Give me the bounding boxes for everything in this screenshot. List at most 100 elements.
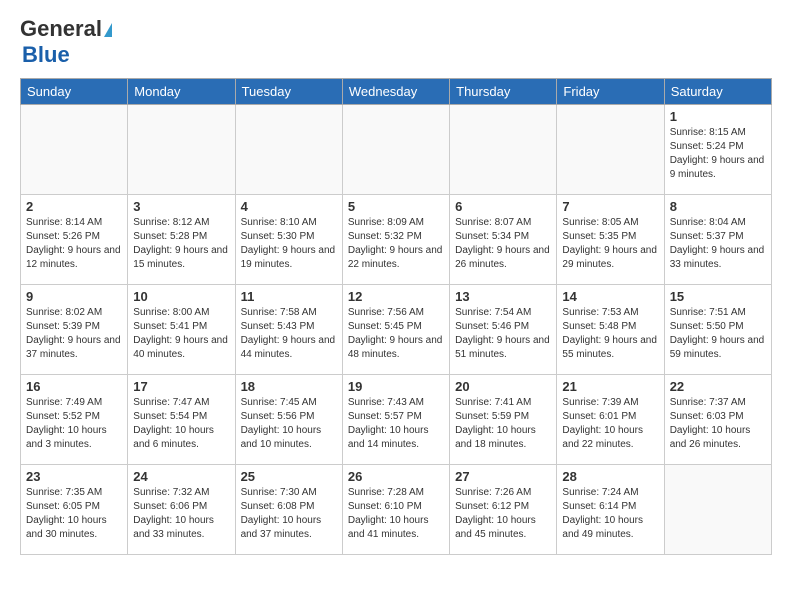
day-info: Sunrise: 7:35 AM Sunset: 6:05 PM Dayligh…	[26, 486, 122, 542]
header: General Blue	[20, 16, 772, 68]
day-cell: 24 Sunrise: 7:32 AM Sunset: 6:06 PM Dayli…	[128, 465, 235, 555]
day-info: Sunrise: 8:14 AM Sunset: 5:26 PM Dayligh…	[26, 216, 122, 272]
page: General Blue SundayMondayTuesdayWednesda…	[0, 0, 792, 571]
weekday-header-row: SundayMondayTuesdayWednesdayThursdayFrid…	[21, 79, 772, 105]
day-info: Sunrise: 8:00 AM Sunset: 5:41 PM Dayligh…	[133, 306, 229, 362]
day-info: Sunrise: 7:28 AM Sunset: 6:10 PM Dayligh…	[348, 486, 444, 542]
weekday-saturday: Saturday	[664, 79, 771, 105]
day-cell	[21, 105, 128, 195]
day-cell: 13 Sunrise: 7:54 AM Sunset: 5:46 PM Dayli…	[450, 285, 557, 375]
day-number: 28	[562, 469, 658, 484]
day-number: 14	[562, 289, 658, 304]
day-cell: 6 Sunrise: 8:07 AM Sunset: 5:34 PM Daylig…	[450, 195, 557, 285]
day-cell	[342, 105, 449, 195]
day-cell: 17Sunrise: 7:47 AM Sunset: 5:54 PM Dayli…	[128, 375, 235, 465]
day-number: 23	[26, 469, 122, 484]
day-number: 24	[133, 469, 229, 484]
day-info: Sunrise: 7:32 AM Sunset: 6:06 PM Dayligh…	[133, 486, 229, 542]
day-info: Sunrise: 7:49 AM Sunset: 5:52 PM Dayligh…	[26, 396, 122, 452]
day-number: 27	[455, 469, 551, 484]
week-row-4: 16 Sunrise: 7:49 AM Sunset: 5:52 PM Dayli…	[21, 375, 772, 465]
day-info: Sunrise: 7:39 AM Sunset: 6:01 PM Dayligh…	[562, 396, 658, 452]
day-cell	[664, 465, 771, 555]
day-number: 21	[562, 379, 658, 394]
day-info: Sunrise: 8:12 AM Sunset: 5:28 PM Dayligh…	[133, 216, 229, 272]
day-info: Sunrise: 7:45 AM Sunset: 5:56 PM Dayligh…	[241, 396, 337, 452]
day-number: 2	[26, 199, 122, 214]
day-cell: 3 Sunrise: 8:12 AM Sunset: 5:28 PM Daylig…	[128, 195, 235, 285]
week-row-3: 9 Sunrise: 8:02 AM Sunset: 5:39 PM Daylig…	[21, 285, 772, 375]
day-number: 4	[241, 199, 337, 214]
day-info: Sunrise: 8:10 AM Sunset: 5:30 PM Dayligh…	[241, 216, 337, 272]
day-cell: 12 Sunrise: 7:56 AM Sunset: 5:45 PM Dayli…	[342, 285, 449, 375]
day-cell: 10 Sunrise: 8:00 AM Sunset: 5:41 PM Dayli…	[128, 285, 235, 375]
week-row-5: 23 Sunrise: 7:35 AM Sunset: 6:05 PM Dayli…	[21, 465, 772, 555]
day-info: Sunrise: 7:51 AM Sunset: 5:50 PM Dayligh…	[670, 306, 766, 362]
day-cell: 25Sunrise: 7:30 AM Sunset: 6:08 PM Dayli…	[235, 465, 342, 555]
day-cell: 26Sunrise: 7:28 AM Sunset: 6:10 PM Dayli…	[342, 465, 449, 555]
day-info: Sunrise: 7:58 AM Sunset: 5:43 PM Dayligh…	[241, 306, 337, 362]
day-number: 11	[241, 289, 337, 304]
day-number: 5	[348, 199, 444, 214]
weekday-wednesday: Wednesday	[342, 79, 449, 105]
day-cell	[557, 105, 664, 195]
calendar: SundayMondayTuesdayWednesdayThursdayFrid…	[20, 78, 772, 555]
logo-triangle-icon	[104, 23, 112, 37]
day-cell: 9 Sunrise: 8:02 AM Sunset: 5:39 PM Daylig…	[21, 285, 128, 375]
day-number: 3	[133, 199, 229, 214]
day-cell	[235, 105, 342, 195]
day-cell: 18 Sunrise: 7:45 AM Sunset: 5:56 PM Dayli…	[235, 375, 342, 465]
day-info: Sunrise: 7:43 AM Sunset: 5:57 PM Dayligh…	[348, 396, 444, 452]
weekday-friday: Friday	[557, 79, 664, 105]
day-cell: 22 Sunrise: 7:37 AM Sunset: 6:03 PM Dayli…	[664, 375, 771, 465]
day-info: Sunrise: 7:24 AM Sunset: 6:14 PM Dayligh…	[562, 486, 658, 542]
day-info: Sunrise: 7:30 AM Sunset: 6:08 PM Dayligh…	[241, 486, 337, 542]
day-info: Sunrise: 8:09 AM Sunset: 5:32 PM Dayligh…	[348, 216, 444, 272]
day-number: 13	[455, 289, 551, 304]
weekday-tuesday: Tuesday	[235, 79, 342, 105]
day-cell: 19 Sunrise: 7:43 AM Sunset: 5:57 PM Dayli…	[342, 375, 449, 465]
day-info: Sunrise: 7:56 AM Sunset: 5:45 PM Dayligh…	[348, 306, 444, 362]
day-number: 16	[26, 379, 122, 394]
day-cell: 16 Sunrise: 7:49 AM Sunset: 5:52 PM Dayli…	[21, 375, 128, 465]
week-row-2: 2 Sunrise: 8:14 AM Sunset: 5:26 PM Daylig…	[21, 195, 772, 285]
day-cell: 23 Sunrise: 7:35 AM Sunset: 6:05 PM Dayli…	[21, 465, 128, 555]
weekday-monday: Monday	[128, 79, 235, 105]
day-cell: 14Sunrise: 7:53 AM Sunset: 5:48 PM Dayli…	[557, 285, 664, 375]
day-info: Sunrise: 8:04 AM Sunset: 5:37 PM Dayligh…	[670, 216, 766, 272]
day-number: 22	[670, 379, 766, 394]
day-number: 15	[670, 289, 766, 304]
weekday-thursday: Thursday	[450, 79, 557, 105]
logo: General Blue	[20, 16, 112, 68]
day-info: Sunrise: 7:26 AM Sunset: 6:12 PM Dayligh…	[455, 486, 551, 542]
day-number: 6	[455, 199, 551, 214]
day-cell: 2 Sunrise: 8:14 AM Sunset: 5:26 PM Daylig…	[21, 195, 128, 285]
day-number: 20	[455, 379, 551, 394]
day-number: 10	[133, 289, 229, 304]
day-cell	[128, 105, 235, 195]
day-info: Sunrise: 7:37 AM Sunset: 6:03 PM Dayligh…	[670, 396, 766, 452]
day-info: Sunrise: 7:54 AM Sunset: 5:46 PM Dayligh…	[455, 306, 551, 362]
day-cell: 5 Sunrise: 8:09 AM Sunset: 5:32 PM Daylig…	[342, 195, 449, 285]
day-info: Sunrise: 8:05 AM Sunset: 5:35 PM Dayligh…	[562, 216, 658, 272]
logo-blue: Blue	[22, 42, 112, 68]
day-number: 17	[133, 379, 229, 394]
day-number: 8	[670, 199, 766, 214]
day-cell	[450, 105, 557, 195]
day-number: 1	[670, 109, 766, 124]
day-cell: 20Sunrise: 7:41 AM Sunset: 5:59 PM Dayli…	[450, 375, 557, 465]
day-cell: 15 Sunrise: 7:51 AM Sunset: 5:50 PM Dayli…	[664, 285, 771, 375]
day-cell: 7 Sunrise: 8:05 AM Sunset: 5:35 PM Daylig…	[557, 195, 664, 285]
day-number: 19	[348, 379, 444, 394]
day-number: 7	[562, 199, 658, 214]
week-row-1: 1Sunrise: 8:15 AM Sunset: 5:24 PM Daylig…	[21, 105, 772, 195]
day-cell: 27 Sunrise: 7:26 AM Sunset: 6:12 PM Dayli…	[450, 465, 557, 555]
day-cell: 21 Sunrise: 7:39 AM Sunset: 6:01 PM Dayli…	[557, 375, 664, 465]
day-info: Sunrise: 8:07 AM Sunset: 5:34 PM Dayligh…	[455, 216, 551, 272]
day-number: 18	[241, 379, 337, 394]
weekday-sunday: Sunday	[21, 79, 128, 105]
day-number: 12	[348, 289, 444, 304]
day-cell: 28 Sunrise: 7:24 AM Sunset: 6:14 PM Dayli…	[557, 465, 664, 555]
day-info: Sunrise: 8:02 AM Sunset: 5:39 PM Dayligh…	[26, 306, 122, 362]
day-number: 9	[26, 289, 122, 304]
